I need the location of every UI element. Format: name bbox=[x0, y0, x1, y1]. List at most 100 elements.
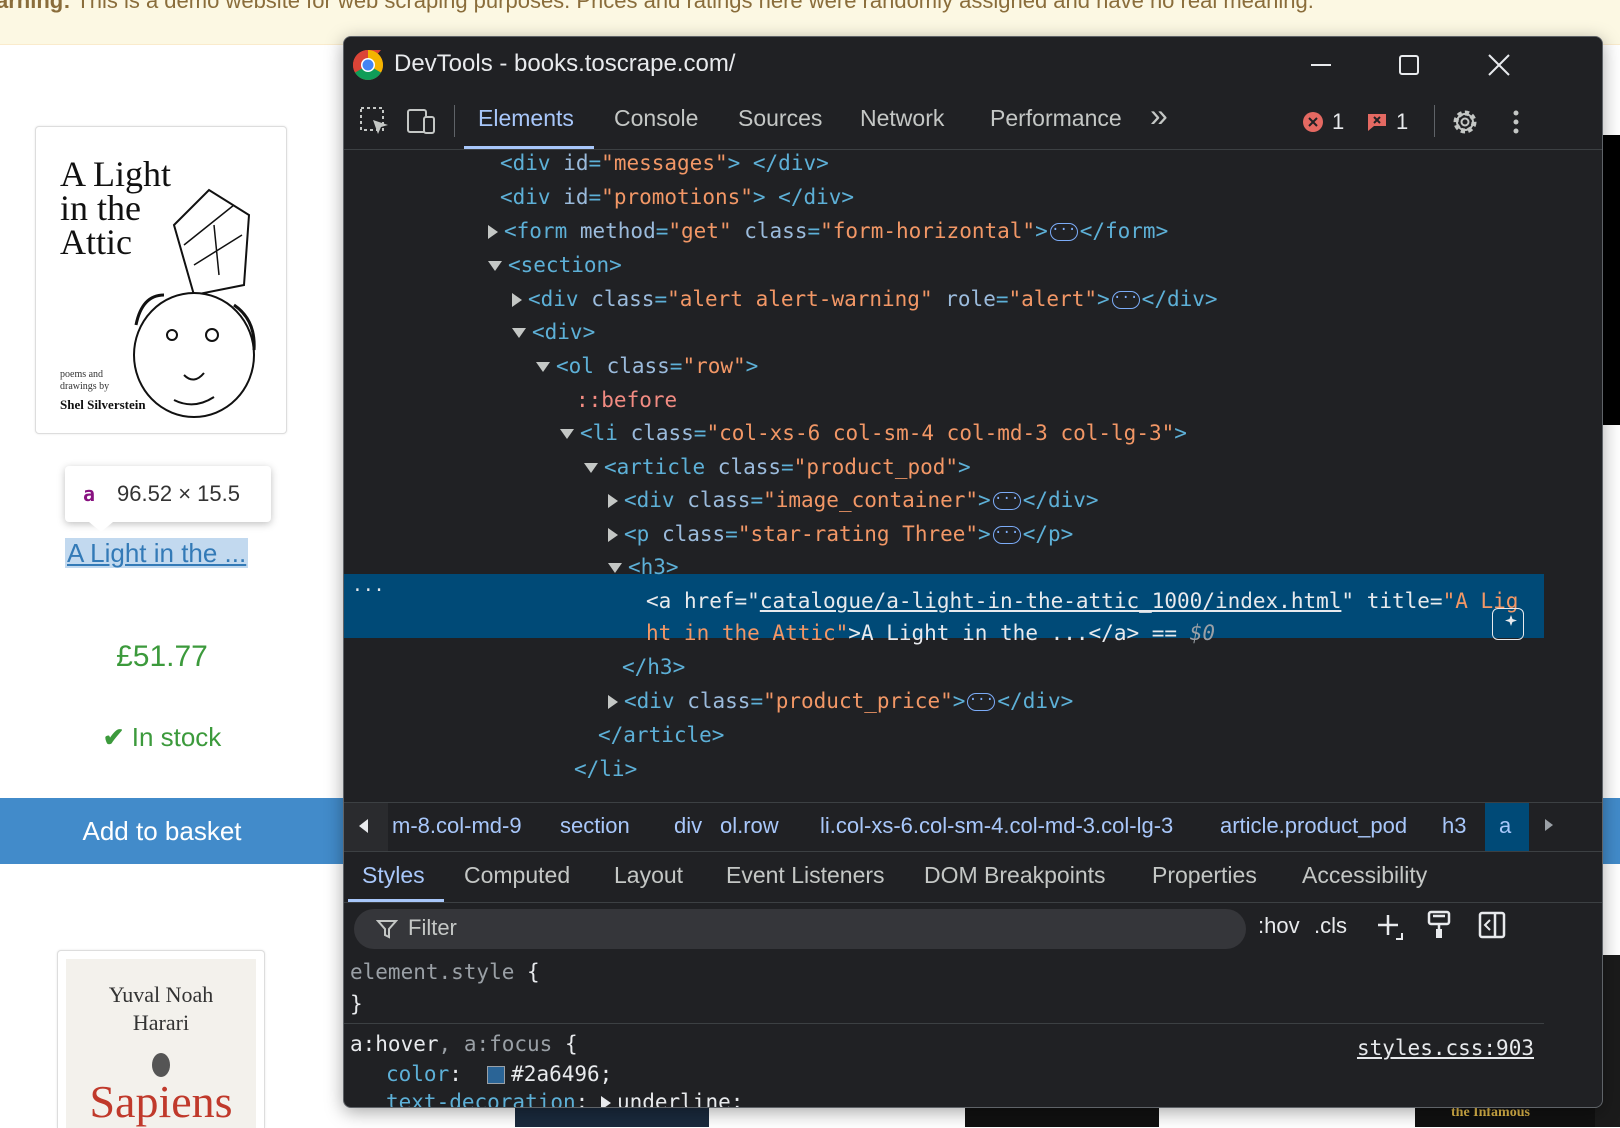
styles-rules[interactable]: element.style { } a:hover, a:focus { sty… bbox=[344, 955, 1544, 1107]
tab-properties[interactable]: Properties bbox=[1152, 862, 1257, 889]
active-tab-indicator bbox=[464, 146, 594, 149]
tab-network[interactable]: Network bbox=[860, 105, 944, 132]
dom-node-image-container[interactable]: <div class="image_container"> ··· </div> bbox=[608, 483, 1099, 517]
breadcrumb-active[interactable]: a bbox=[1485, 803, 1529, 851]
collapse-icon[interactable] bbox=[512, 328, 526, 338]
expand-icon[interactable] bbox=[608, 528, 618, 542]
hover-focus-rule[interactable]: a:hover, a:focus { bbox=[350, 1029, 578, 1059]
cover-author: Yuval Noah Harari bbox=[108, 982, 214, 1035]
dom-node-messages[interactable]: <div id="messages"> </div> bbox=[500, 150, 829, 180]
stock-status: ✔ In stock bbox=[0, 722, 324, 753]
book-cover-sapiens[interactable]: Yuval Noah Harari Sapiens bbox=[57, 950, 265, 1128]
book-cover-a-light-in-the-attic[interactable]: A Light in the Attic poems and drawings … bbox=[35, 126, 287, 434]
check-icon: ✔ bbox=[102, 722, 125, 752]
breadcrumb-item[interactable]: ol.row bbox=[720, 813, 779, 839]
tab-event-listeners[interactable]: Event Listeners bbox=[726, 862, 885, 889]
tab-console[interactable]: Console bbox=[614, 105, 698, 132]
breadcrumb-item[interactable]: article.product_pod bbox=[1220, 813, 1407, 839]
kebab-menu-icon[interactable] bbox=[1506, 105, 1526, 139]
breadcrumb-item[interactable]: section bbox=[560, 813, 630, 839]
tab-elements[interactable]: Elements bbox=[478, 105, 574, 132]
collapse-icon[interactable] bbox=[608, 563, 622, 573]
fingerprint-icon bbox=[152, 1053, 170, 1077]
dom-node-promotions[interactable]: <div id="promotions"> </div> bbox=[500, 180, 854, 214]
styles-scrollbar[interactable] bbox=[1542, 955, 1544, 1105]
tab-styles[interactable]: Styles bbox=[362, 862, 425, 889]
more-tabs-button[interactable]: » bbox=[1150, 97, 1168, 134]
new-style-rule-icon[interactable] bbox=[1374, 911, 1404, 943]
text-decoration-declaration[interactable]: text-decoration: underline; bbox=[386, 1087, 743, 1107]
dom-node-a-selected-cont[interactable]: ht in the Attic">A Light in the ...</a> … bbox=[646, 616, 1215, 650]
elements-scrollbar[interactable] bbox=[1542, 150, 1544, 802]
book-title-link[interactable]: A Light in the ... bbox=[65, 538, 249, 568]
cover-subtitle: poems and drawings by bbox=[60, 369, 110, 392]
breadcrumb-scroll-right[interactable] bbox=[1529, 803, 1573, 851]
expand-icon[interactable] bbox=[488, 225, 498, 239]
breadcrumb-item[interactable]: div bbox=[674, 813, 702, 839]
styles-filter-input[interactable]: Filter bbox=[354, 909, 1246, 949]
collapsed-content-icon[interactable]: ··· bbox=[967, 693, 996, 711]
dom-node-li-close[interactable]: </li> bbox=[574, 752, 637, 786]
dom-node-h3-close[interactable]: </h3> bbox=[622, 650, 685, 684]
tab-dom-breakpoints[interactable]: DOM Breakpoints bbox=[924, 862, 1106, 889]
dom-node-a-selected[interactable]: <a href="catalogue/a-light-in-the-attic_… bbox=[646, 584, 1518, 618]
color-swatch[interactable] bbox=[487, 1066, 506, 1084]
element-inspect-tooltip: a 96.52 × 15.5 bbox=[65, 466, 271, 532]
dom-node-alert[interactable]: <div class="alert alert-warning" role="a… bbox=[512, 282, 1218, 316]
node-actions-icon[interactable]: ··· bbox=[352, 574, 385, 608]
collapse-icon[interactable] bbox=[560, 429, 574, 439]
error-counter[interactable]: 1 bbox=[1302, 109, 1344, 135]
dom-node-before[interactable]: ::before bbox=[576, 383, 677, 417]
collapsed-content-icon[interactable]: ··· bbox=[992, 526, 1021, 544]
dom-node-h3[interactable]: <h3> bbox=[608, 550, 679, 584]
elements-dom-tree[interactable]: <div id="messages"> </div> <div id="prom… bbox=[344, 150, 1544, 802]
dom-node-article[interactable]: <article class="product_pod"> bbox=[584, 450, 971, 484]
minimize-button[interactable] bbox=[1296, 45, 1346, 85]
stylesheet-source-link[interactable]: styles.css:903 bbox=[1357, 1033, 1534, 1063]
collapse-icon[interactable] bbox=[488, 261, 502, 271]
tab-computed[interactable]: Computed bbox=[464, 862, 570, 889]
collapsed-content-icon[interactable]: ··· bbox=[992, 492, 1021, 510]
warning-text: This is a demo website for web scraping … bbox=[70, 0, 1314, 13]
expand-icon[interactable] bbox=[608, 494, 618, 508]
dom-node-article-close[interactable]: </article> bbox=[598, 718, 724, 752]
breadcrumb-item[interactable]: m-8.col-md-9 bbox=[392, 813, 522, 839]
issues-counter[interactable]: 1 bbox=[1366, 109, 1408, 135]
collapsed-content-icon[interactable]: ··· bbox=[1111, 291, 1140, 309]
expand-icon[interactable] bbox=[512, 293, 522, 307]
collapse-icon[interactable] bbox=[536, 362, 550, 372]
dom-node-div[interactable]: <div> bbox=[512, 315, 595, 349]
maximize-button[interactable] bbox=[1384, 45, 1434, 85]
dom-node-star-rating[interactable]: <p class="star-rating Three"> ··· </p> bbox=[608, 517, 1073, 551]
tab-layout[interactable]: Layout bbox=[614, 862, 683, 889]
collapse-icon[interactable] bbox=[584, 463, 598, 473]
add-to-basket-button[interactable]: Add to basket bbox=[0, 798, 344, 864]
ai-assistance-icon[interactable] bbox=[1492, 608, 1524, 640]
toggle-sidebar-icon[interactable] bbox=[1478, 911, 1506, 939]
gear-icon[interactable] bbox=[1448, 105, 1482, 139]
breadcrumb-item[interactable]: li.col-xs-6.col-sm-4.col-md-3.col-lg-3 bbox=[820, 813, 1173, 839]
dom-node-ol-row[interactable]: <ol class="row"> bbox=[536, 349, 758, 383]
device-toolbar-icon[interactable] bbox=[404, 105, 438, 139]
hover-state-toggle[interactable]: :hov bbox=[1258, 913, 1300, 939]
close-button[interactable] bbox=[1474, 45, 1524, 85]
expand-icon[interactable] bbox=[608, 695, 618, 709]
tab-accessibility[interactable]: Accessibility bbox=[1302, 862, 1427, 889]
collapsed-content-icon[interactable]: ··· bbox=[1049, 223, 1078, 241]
devtools-titlebar[interactable]: DevTools - books.toscrape.com/ bbox=[344, 37, 1602, 93]
minimize-icon bbox=[1311, 64, 1331, 66]
element-style-rule[interactable]: element.style { bbox=[350, 957, 540, 987]
breadcrumb-scroll-left[interactable] bbox=[344, 803, 388, 851]
dom-node-product-price[interactable]: <div class="product_price"> ··· </div> bbox=[608, 684, 1073, 718]
dom-node-section[interactable]: <section> bbox=[488, 248, 622, 282]
tab-sources[interactable]: Sources bbox=[738, 105, 822, 132]
paint-format-icon[interactable] bbox=[1426, 909, 1452, 941]
tab-performance[interactable]: Performance bbox=[990, 105, 1122, 132]
dom-node-form[interactable]: <form method="get" class="form-horizonta… bbox=[488, 214, 1168, 248]
inspect-element-icon[interactable] bbox=[358, 105, 392, 139]
expand-icon[interactable] bbox=[600, 1096, 611, 1107]
color-declaration[interactable]: color: #2a6496; bbox=[386, 1059, 612, 1089]
breadcrumb-item[interactable]: h3 bbox=[1442, 813, 1466, 839]
dom-node-li[interactable]: <li class="col-xs-6 col-sm-4 col-md-3 co… bbox=[560, 416, 1187, 450]
class-toggle[interactable]: .cls bbox=[1314, 913, 1347, 939]
